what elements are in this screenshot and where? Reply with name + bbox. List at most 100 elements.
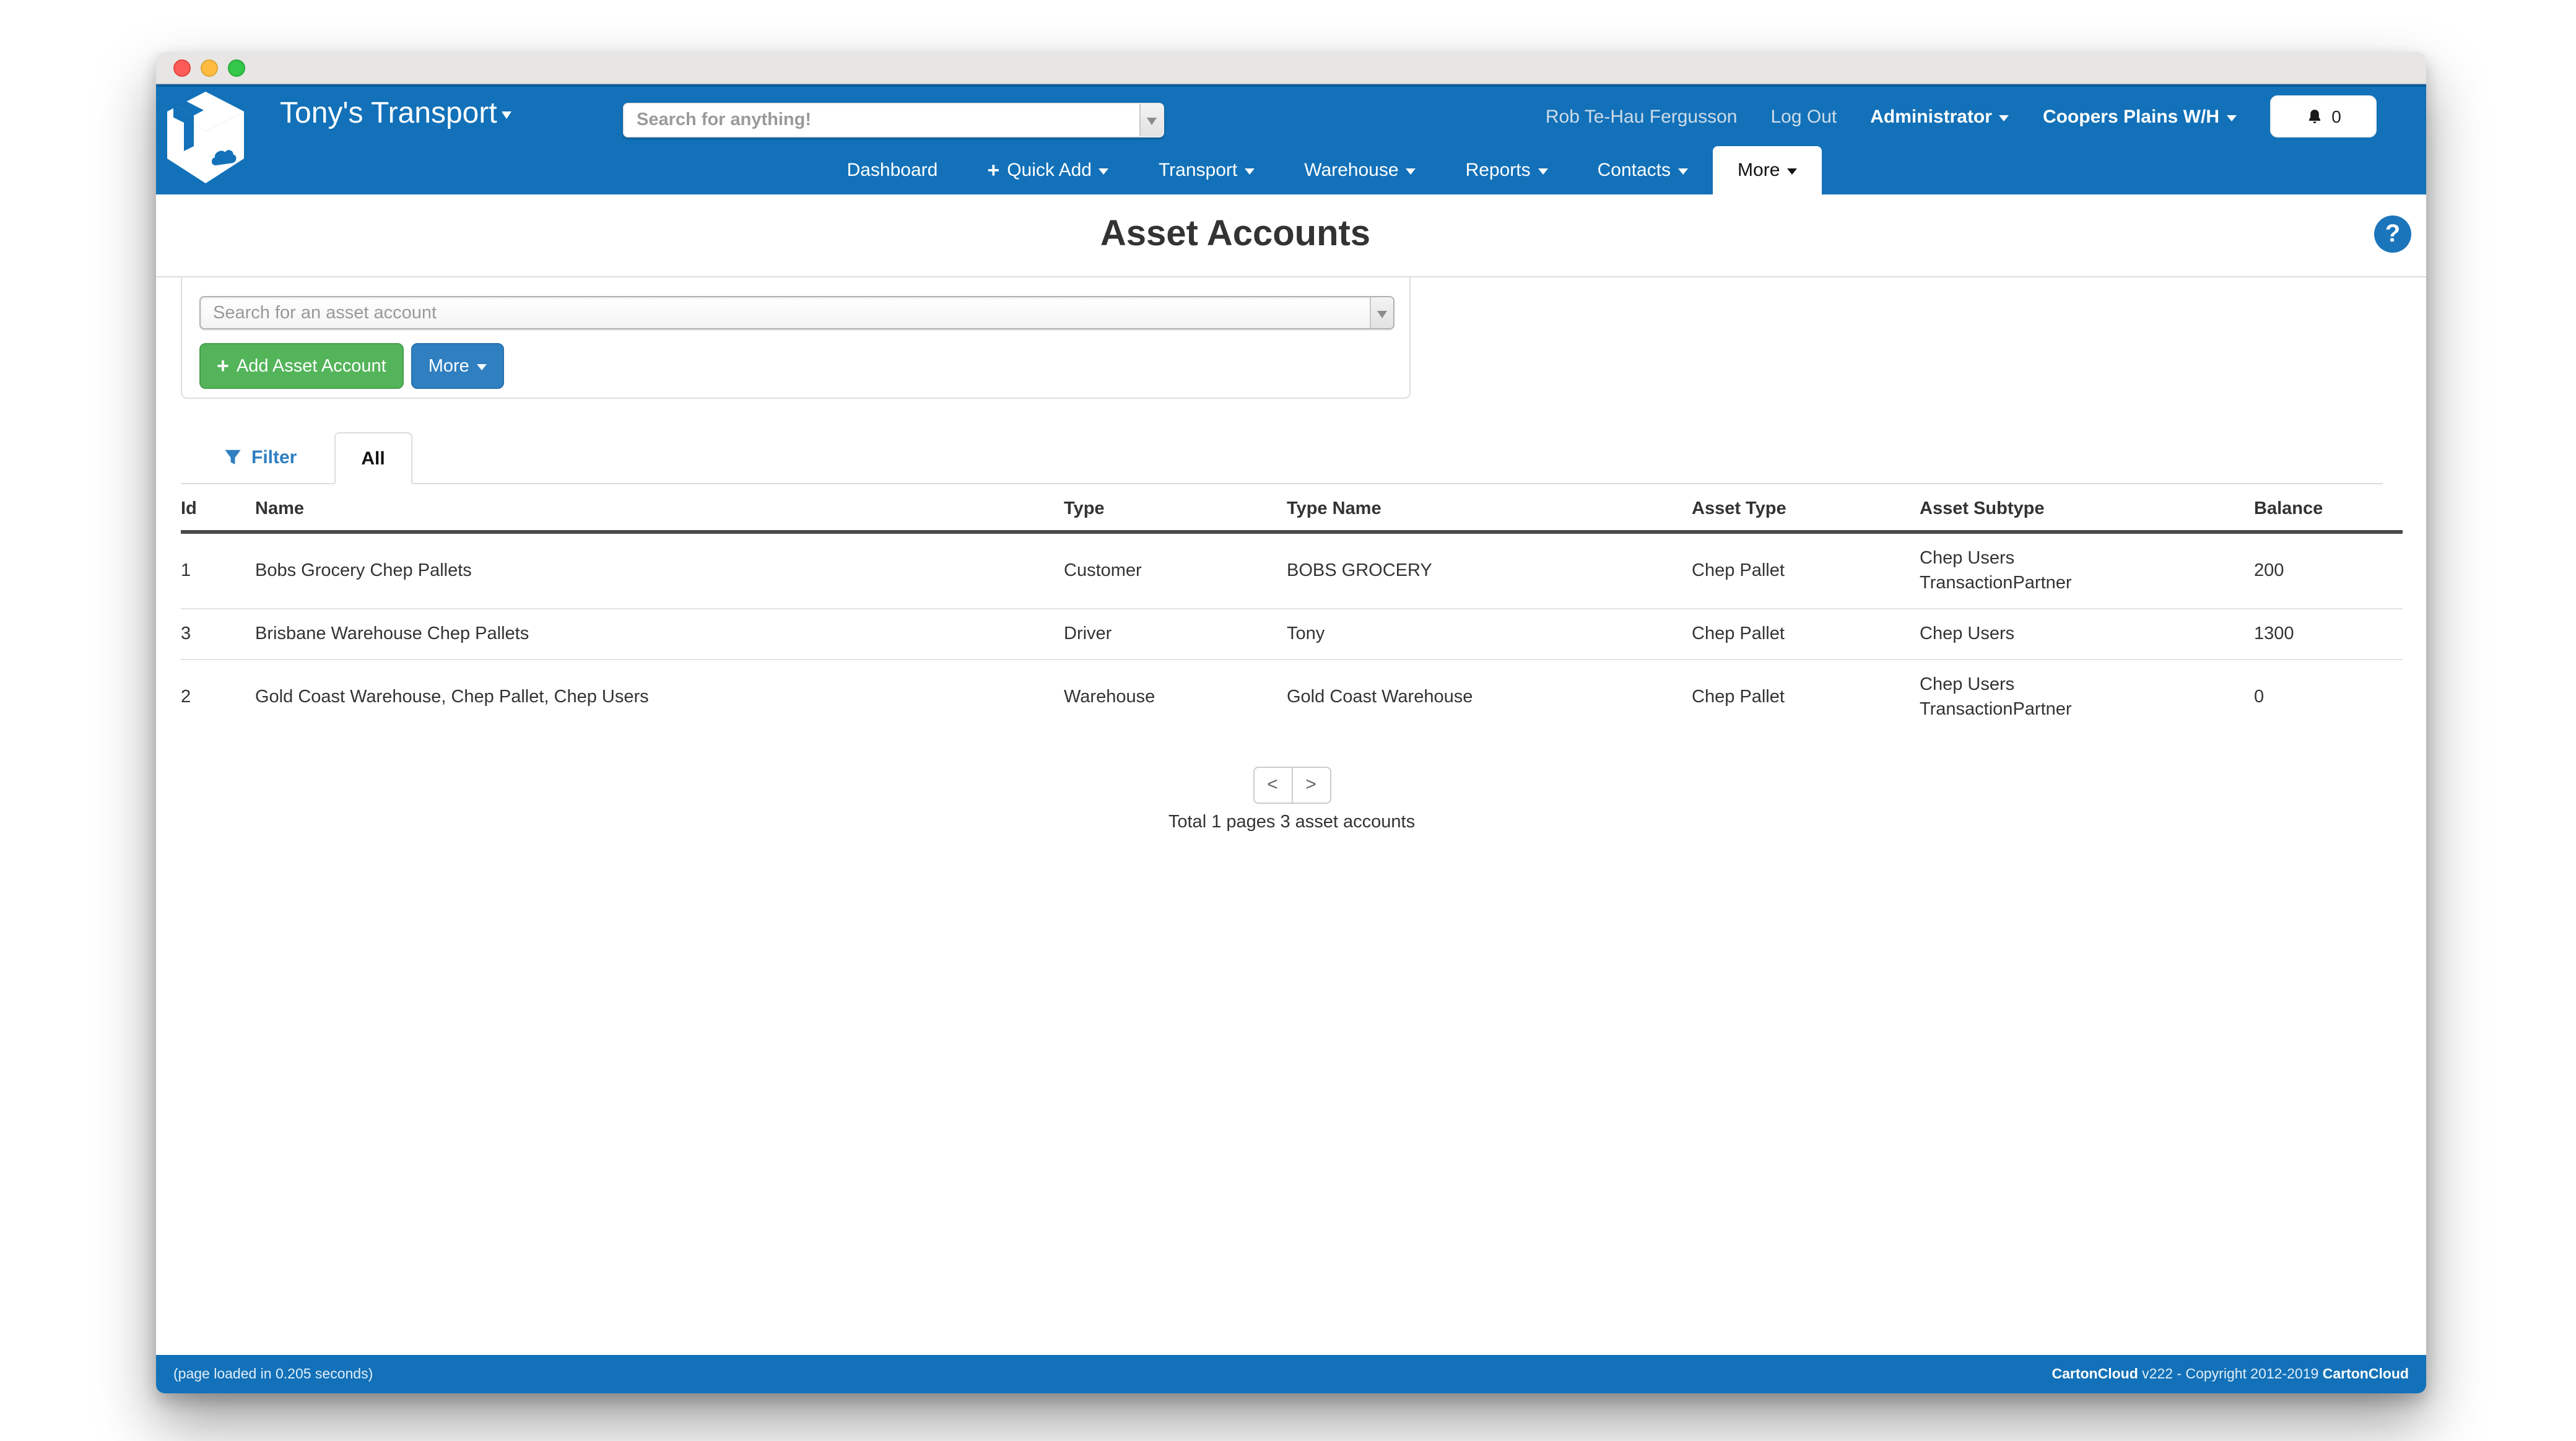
asset-accounts-table: Id Name Type Type Name Asset Type Asset … (181, 484, 2403, 734)
logout-link[interactable]: Log Out (1771, 106, 1837, 127)
page-content: + Add Asset Account More Filter (156, 277, 2426, 1355)
col-type-name[interactable]: Type Name (1287, 484, 1692, 532)
nav-quick-add[interactable]: + Quick Add (962, 146, 1134, 194)
cell-balance: 200 (2254, 532, 2403, 609)
table-row[interactable]: 2 Gold Coast Warehouse, Chep Pallet, Che… (181, 660, 2403, 734)
nav-menu: Dashboard + Quick Add Transport Warehous… (187, 146, 2457, 194)
user-name-link[interactable]: Rob Te-Hau Fergusson (1546, 106, 1738, 127)
chevron-down-icon (2227, 115, 2237, 121)
screenshot-stage: Tony's Transport Rob Te-Hau Fergusson Lo… (0, 0, 2576, 1441)
asset-account-search (199, 296, 1395, 329)
cell-name: Gold Coast Warehouse, Chep Pallet, Chep … (255, 660, 1064, 734)
cell-asset-subtype: Chep Users (1920, 609, 2254, 660)
pagination-buttons: < > (1253, 767, 1331, 804)
cell-type: Warehouse (1064, 660, 1287, 734)
cell-id: 2 (181, 660, 255, 734)
tenant-name: Tony's Transport (280, 97, 497, 131)
filter-funnel-icon (224, 448, 242, 466)
cell-balance: 0 (2254, 660, 2403, 734)
global-search (623, 103, 1164, 137)
cell-asset-subtype: Chep Users TransactionPartner (1920, 660, 2254, 734)
cell-type: Customer (1064, 532, 1287, 609)
nav-more[interactable]: More (1713, 146, 1822, 194)
help-icon[interactable]: ? (2374, 215, 2411, 253)
main-navbar: Tony's Transport Rob Te-Hau Fergusson Lo… (156, 84, 2426, 194)
macos-titlebar (156, 52, 2426, 84)
cell-type-name: BOBS GROCERY (1287, 532, 1692, 609)
table-row[interactable]: 1 Bobs Grocery Chep Pallets Customer BOB… (181, 532, 2403, 609)
cell-asset-subtype: Chep Users TransactionPartner (1920, 532, 2254, 609)
col-name[interactable]: Name (255, 484, 1064, 532)
table-row[interactable]: 3 Brisbane Warehouse Chep Pallets Driver… (181, 609, 2403, 660)
table-header-row: Id Name Type Type Name Asset Type Asset … (181, 484, 2403, 532)
cell-id: 1 (181, 532, 255, 609)
pagination: < > Total 1 pages 3 asset accounts (181, 767, 2403, 832)
chevron-down-icon (1147, 118, 1157, 125)
warehouse-dropdown[interactable]: Coopers Plains W/H (2043, 106, 2237, 127)
asset-account-toolbar: + Add Asset Account More (181, 277, 1411, 399)
nav-contacts[interactable]: Contacts (1573, 146, 1713, 194)
window-controls (173, 59, 245, 77)
footer-brand2[interactable]: CartonCloud (2323, 1367, 2409, 1382)
nav-reports[interactable]: Reports (1441, 146, 1573, 194)
tenant-switcher[interactable]: Tony's Transport (280, 97, 512, 131)
cell-asset-type: Chep Pallet (1692, 660, 1920, 734)
role-dropdown[interactable]: Administrator (1870, 106, 2009, 127)
plus-icon: + (987, 158, 999, 183)
notifications-button[interactable]: 0 (2270, 95, 2377, 137)
plus-icon: + (217, 354, 229, 378)
pagination-total: Total 1 pages 3 asset accounts (181, 812, 2403, 832)
cell-type-name: Gold Coast Warehouse (1287, 660, 1692, 734)
col-asset-type[interactable]: Asset Type (1692, 484, 1920, 532)
toolbar-more-button[interactable]: More (411, 343, 504, 389)
chevron-down-icon (1999, 115, 2009, 121)
cell-name: Brisbane Warehouse Chep Pallets (255, 609, 1064, 660)
chevron-down-icon (1406, 168, 1416, 175)
page-header: Asset Accounts ? (156, 194, 2426, 277)
cell-type-name: Tony (1287, 609, 1692, 660)
app-window: Tony's Transport Rob Te-Hau Fergusson Lo… (156, 52, 2426, 1393)
bell-icon (2305, 107, 2323, 126)
app-footer: (page loaded in 0.205 seconds) CartonClo… (156, 1355, 2426, 1393)
tab-all[interactable]: All (334, 432, 412, 484)
minimize-window-button[interactable] (201, 59, 218, 77)
nav-transport[interactable]: Transport (1134, 146, 1279, 194)
zoom-window-button[interactable] (228, 59, 245, 77)
toolbar-buttons: + Add Asset Account More (199, 343, 1392, 389)
cell-name: Bobs Grocery Chep Pallets (255, 532, 1064, 609)
close-window-button[interactable] (173, 59, 191, 77)
nav-dashboard[interactable]: Dashboard (822, 146, 963, 194)
global-search-input[interactable] (624, 104, 1157, 136)
page-title: Asset Accounts (156, 194, 2315, 274)
cell-asset-type: Chep Pallet (1692, 532, 1920, 609)
asset-account-search-input[interactable] (201, 297, 1377, 328)
cell-asset-type: Chep Pallet (1692, 609, 1920, 660)
cell-type: Driver (1064, 609, 1287, 660)
nav-warehouse[interactable]: Warehouse (1279, 146, 1440, 194)
cell-id: 3 (181, 609, 255, 660)
col-balance[interactable]: Balance (2254, 484, 2403, 532)
notifications-count: 0 (2331, 107, 2341, 126)
col-id[interactable]: Id (181, 484, 255, 532)
chevron-down-icon (477, 364, 487, 370)
col-type[interactable]: Type (1064, 484, 1287, 532)
user-menu-bar: Rob Te-Hau Fergusson Log Out Administrat… (1546, 87, 2377, 146)
col-asset-subtype[interactable]: Asset Subtype (1920, 484, 2254, 532)
copyright-text: CartonCloud v222 - Copyright 2012-2019 C… (2052, 1367, 2409, 1382)
add-asset-account-button[interactable]: + Add Asset Account (199, 343, 404, 389)
cell-balance: 1300 (2254, 609, 2403, 660)
chevron-down-icon (502, 111, 512, 119)
asset-account-search-dropdown-toggle[interactable] (1370, 297, 1393, 328)
tab-filter[interactable]: Filter (206, 431, 315, 483)
global-search-dropdown-toggle[interactable] (1139, 104, 1163, 136)
chevron-down-icon (1538, 168, 1548, 175)
footer-brand[interactable]: CartonCloud (2052, 1367, 2138, 1382)
next-page-button[interactable]: > (1291, 767, 1331, 804)
chevron-down-icon (1099, 168, 1109, 175)
chevron-down-icon (1787, 168, 1797, 175)
chevron-down-icon (1678, 168, 1688, 175)
page-load-time: (page loaded in 0.205 seconds) (173, 1367, 373, 1382)
chevron-down-icon (1377, 310, 1387, 318)
list-tabs: Filter All (181, 431, 2383, 484)
prev-page-button[interactable]: < (1253, 767, 1292, 804)
